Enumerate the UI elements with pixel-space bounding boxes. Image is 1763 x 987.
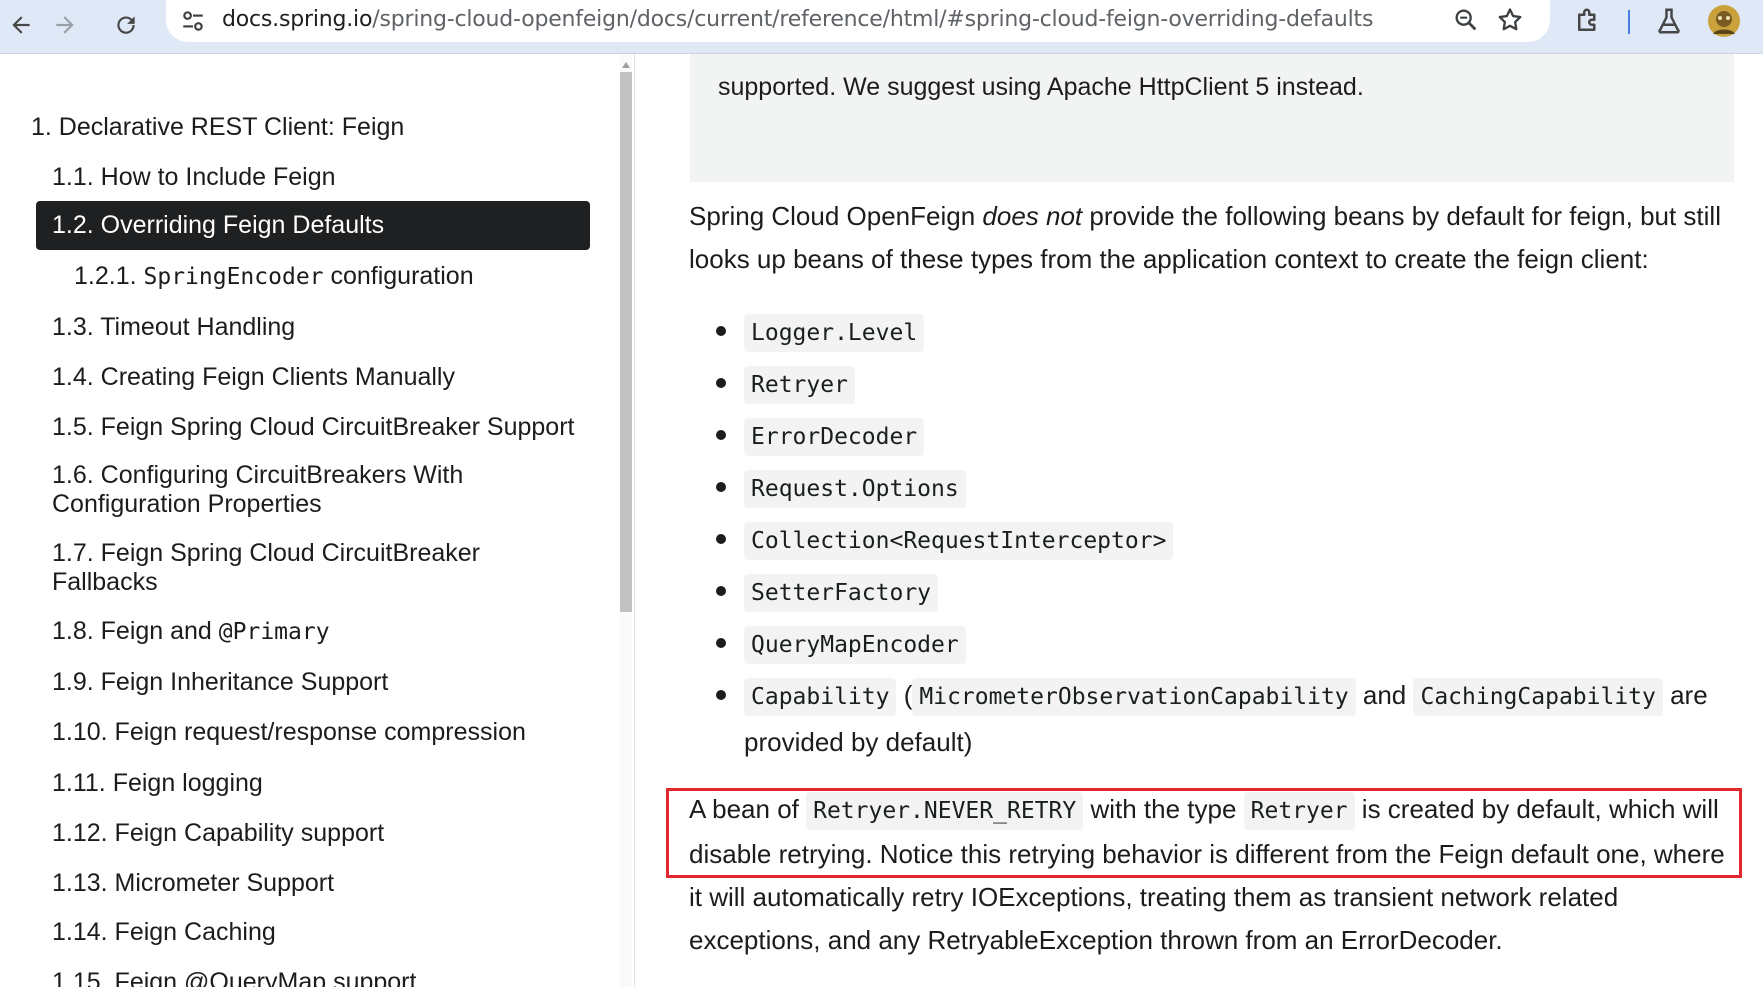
browser-toolbar: docs.spring.io/spring-cloud-openfeign/do… [0,0,1763,54]
toc-label-prefix: 1.2.1. [74,262,144,290]
bullet-dot [716,586,726,596]
bullet-dot [716,482,726,492]
site-settings-icon[interactable] [180,8,206,34]
bean-code: QueryMapEncoder [744,626,966,664]
bean-code: Collection<RequestInterceptor> [744,522,1174,560]
zoom-icon[interactable] [1452,6,1482,36]
url-text[interactable]: docs.spring.io/spring-cloud-openfeign/do… [222,7,1373,32]
bullet-dot [716,690,726,700]
toc-item-micrometer-support[interactable]: 1.13. Micrometer Support [52,869,334,898]
toc-item-circuitbreaker-fallbacks[interactable]: 1.7. Feign Spring Cloud CircuitBreaker F… [52,539,522,597]
capability-and: and [1355,680,1414,710]
toc-item-feign-and-primary[interactable]: 1.8. Feign and @Primary [52,617,330,647]
toc-item-creating-feign-clients-manually[interactable]: 1.4. Creating Feign Clients Manually [52,363,455,392]
toc-item-feign-querymap-support[interactable]: 1.15. Feign @QueryMap support [52,968,416,987]
red-highlight-box [666,788,1742,878]
bullet-dot [716,326,726,336]
bean-code: Retryer [744,366,855,404]
toc-item-feign-capability-support[interactable]: 1.12. Feign Capability support [52,819,384,848]
toc-item-feign-compression[interactable]: 1.10. Feign request/response compression [52,718,526,747]
address-bar[interactable]: docs.spring.io/spring-cloud-openfeign/do… [166,0,1550,42]
caching-capability-code: CachingCapability [1413,678,1663,716]
extensions-icon[interactable] [1573,6,1605,38]
doc-content: supported. We suggest using Apache HttpC… [636,54,1763,987]
intro-text: Spring Cloud OpenFeign [689,201,983,231]
intro-paragraph: Spring Cloud OpenFeign does not provide … [689,195,1739,281]
note-text: supported. We suggest using Apache HttpC… [718,73,1364,101]
toc-item-timeout-handling[interactable]: 1.3. Timeout Handling [52,313,295,342]
toc-item-feign-logging[interactable]: 1.11. Feign logging [52,769,263,798]
sidebar-scroll-thumb[interactable] [620,72,632,612]
toc-item-springencoder-configuration[interactable]: 1.2.1. SpringEncoder configuration [74,262,474,292]
url-path: /spring-cloud-openfeign/docs/current/ref… [372,7,1374,32]
bean-code: ErrorDecoder [744,418,925,456]
toc-label-prefix: 1.8. Feign and [52,617,219,645]
url-host: docs.spring.io [222,7,373,32]
toc-item-overriding-feign-defaults[interactable]: 1.2. Overriding Feign Defaults [36,201,590,250]
bullet-dot [716,534,726,544]
bean-code: Logger.Level [744,314,925,352]
toolbar-divider [1628,10,1630,34]
micrometer-capability-code: MicrometerObservationCapability [912,678,1356,716]
toc-active-label: 1.2. Overriding Feign Defaults [52,211,385,239]
bean-code: SetterFactory [744,574,939,612]
forward-arrow-icon[interactable] [46,6,84,44]
toc-item-feign-inheritance-support[interactable]: 1.9. Feign Inheritance Support [52,668,388,697]
reload-icon[interactable] [107,6,145,44]
toc-item-how-to-include-feign[interactable]: 1.1. How to Include Feign [52,163,336,192]
labs-flask-icon[interactable] [1654,6,1686,38]
capability-code: Capability [744,678,897,716]
note-admonition: supported. We suggest using Apache HttpC… [690,54,1734,182]
bullet-dot [716,430,726,440]
scroll-up-arrow-icon[interactable] [622,62,630,68]
toc-item-configuring-circuitbreakers[interactable]: 1.6. Configuring CircuitBreakers With Co… [52,461,522,519]
bookmark-star-icon[interactable] [1496,6,1526,36]
toc-item-feign-caching[interactable]: 1.14. Feign Caching [52,918,276,947]
profile-avatar-icon[interactable] [1707,4,1741,38]
toc-label-code: @Primary [218,619,330,645]
bean-code: Request.Options [744,470,966,508]
back-arrow-icon[interactable] [2,6,40,44]
bullet-dot [716,378,726,388]
toc-item-circuitbreaker-support[interactable]: 1.5. Feign Spring Cloud CircuitBreaker S… [52,413,575,442]
toc-label-suffix: configuration [323,262,474,290]
toc-sidebar: 1. Declarative REST Client: Feign 1.1. H… [0,54,635,987]
toc-item-declarative-rest-client[interactable]: 1. Declarative REST Client: Feign [31,113,404,142]
intro-emphasis: does not [982,201,1083,231]
bullet-dot [716,638,726,648]
toc-label-code: SpringEncoder [143,264,324,290]
capability-text: ( [896,680,913,710]
